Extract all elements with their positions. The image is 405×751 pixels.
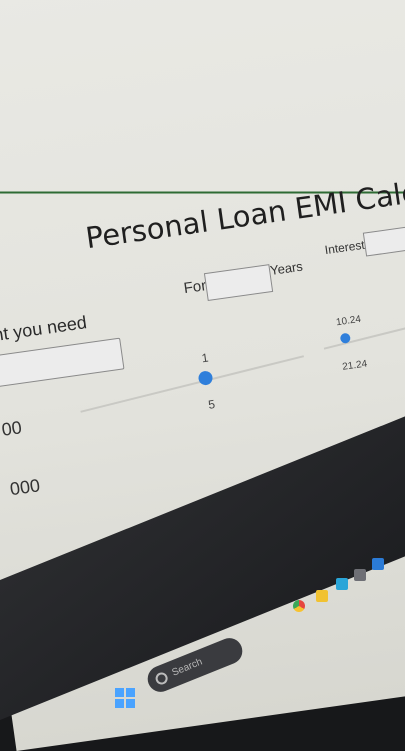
chrome-icon[interactable] bbox=[293, 600, 305, 612]
loan-amount-input[interactable] bbox=[0, 337, 125, 388]
tenure-slider-thumb[interactable] bbox=[197, 370, 214, 386]
interest-slider-min-label: 10.24 bbox=[335, 313, 362, 329]
store-icon[interactable] bbox=[354, 569, 366, 581]
interest-input[interactable] bbox=[362, 226, 405, 257]
loan-amount-slider-min: 00 bbox=[0, 417, 23, 440]
tenure-unit-label: Years bbox=[269, 258, 304, 278]
taskbar-search-placeholder: Search bbox=[170, 656, 205, 679]
loan-amount-label: nt you need bbox=[0, 312, 89, 346]
tenure-input[interactable] bbox=[203, 264, 274, 302]
loan-amount-slider-max: 000 bbox=[8, 475, 42, 500]
tenure-slider-min-label: 1 bbox=[200, 350, 210, 366]
tenure-slider-max-label: 5 bbox=[207, 397, 216, 412]
edge-icon[interactable] bbox=[336, 578, 348, 590]
interest-label: Interest bbox=[323, 237, 366, 258]
folder-icon[interactable] bbox=[316, 590, 328, 602]
app-icon[interactable] bbox=[372, 558, 384, 570]
interest-slider-max-label: 21.24 bbox=[341, 358, 368, 373]
search-icon bbox=[153, 670, 170, 687]
windows-start-icon[interactable] bbox=[115, 688, 135, 708]
tenure-label: For bbox=[182, 277, 208, 298]
interest-slider-track[interactable] bbox=[323, 308, 405, 350]
